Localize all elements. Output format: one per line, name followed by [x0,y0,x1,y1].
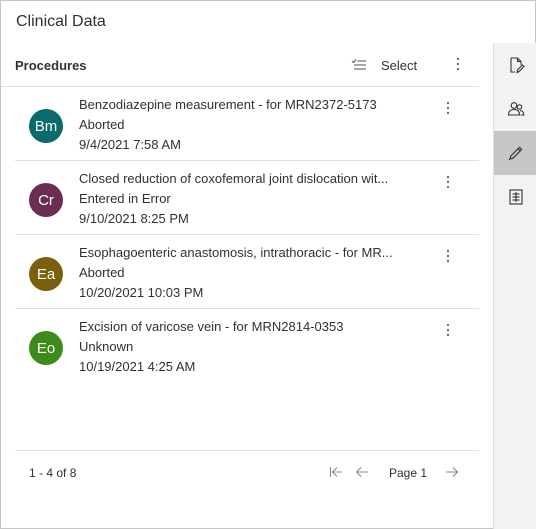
procedure-title: Excision of varicose vein - for MRN2814-… [79,319,344,334]
procedure-row[interactable]: Bm Benzodiazepine measurement - for MRN2… [15,87,479,161]
procedure-details: Closed reduction of coxofemoral joint di… [79,169,429,229]
first-page-icon[interactable] [329,463,343,481]
procedure-details: Esophagoenteric anastomosis, intrathorac… [79,243,429,303]
procedures-section: Procedures Select Bm Benzodiazepine meas… [1,43,493,529]
record-count: 1 - 4 of 8 [29,466,77,480]
previous-page-icon[interactable] [355,463,369,481]
avatar: Cr [29,183,63,217]
panel-title: Clinical Data [16,13,106,30]
procedure-status: Entered in Error [79,191,171,206]
more-vertical-icon[interactable] [439,319,457,341]
document-edit-icon[interactable] [494,43,536,87]
page-label: Page 1 [389,466,428,480]
procedure-status: Aborted [79,117,125,132]
more-vertical-icon[interactable] [439,171,457,193]
procedure-date: 10/20/2021 10:03 PM [79,285,204,300]
procedure-row[interactable]: Ea Esophagoenteric anastomosis, intratho… [15,235,479,309]
procedure-status: Aborted [79,265,125,280]
procedure-title: Closed reduction of coxofemoral joint di… [79,171,389,186]
procedures-title: Procedures [15,58,87,73]
procedure-date: 10/19/2021 4:25 AM [79,359,196,374]
procedure-details: Benzodiazepine measurement - for MRN2372… [79,95,429,155]
pagination-footer: 1 - 4 of 8 Page 1 [15,450,479,494]
side-rail [493,43,536,529]
procedure-row[interactable]: Eo Excision of varicose vein - for MRN28… [15,309,479,383]
procedure-title: Benzodiazepine measurement - for MRN2372… [79,97,377,112]
avatar: Bm [29,109,63,143]
next-page-icon[interactable] [445,463,459,481]
pen-icon[interactable] [494,131,536,175]
select-button[interactable]: Select [351,52,417,78]
select-list-icon [351,58,367,72]
procedures-list: Bm Benzodiazepine measurement - for MRN2… [15,87,479,383]
more-vertical-icon[interactable] [439,97,457,119]
procedure-date: 9/4/2021 7:58 AM [79,137,181,152]
procedure-status: Unknown [79,339,134,354]
people-icon[interactable] [494,87,536,131]
more-vertical-icon[interactable] [449,53,467,75]
avatar: Ea [29,257,63,291]
procedure-title: Esophagoenteric anastomosis, intrathorac… [79,245,393,260]
procedures-header: Procedures Select [1,43,479,87]
more-vertical-icon[interactable] [439,245,457,267]
procedure-date: 9/10/2021 8:25 PM [79,211,189,226]
select-label: Select [381,57,418,73]
procedure-row[interactable]: Cr Closed reduction of coxofemoral joint… [15,161,479,235]
procedure-details: Excision of varicose vein - for MRN2814-… [79,317,429,377]
clinical-data-panel: Clinical Data Procedures Select Bm Benzo… [0,0,536,529]
avatar: Eo [29,331,63,365]
list-document-icon[interactable] [494,175,536,219]
